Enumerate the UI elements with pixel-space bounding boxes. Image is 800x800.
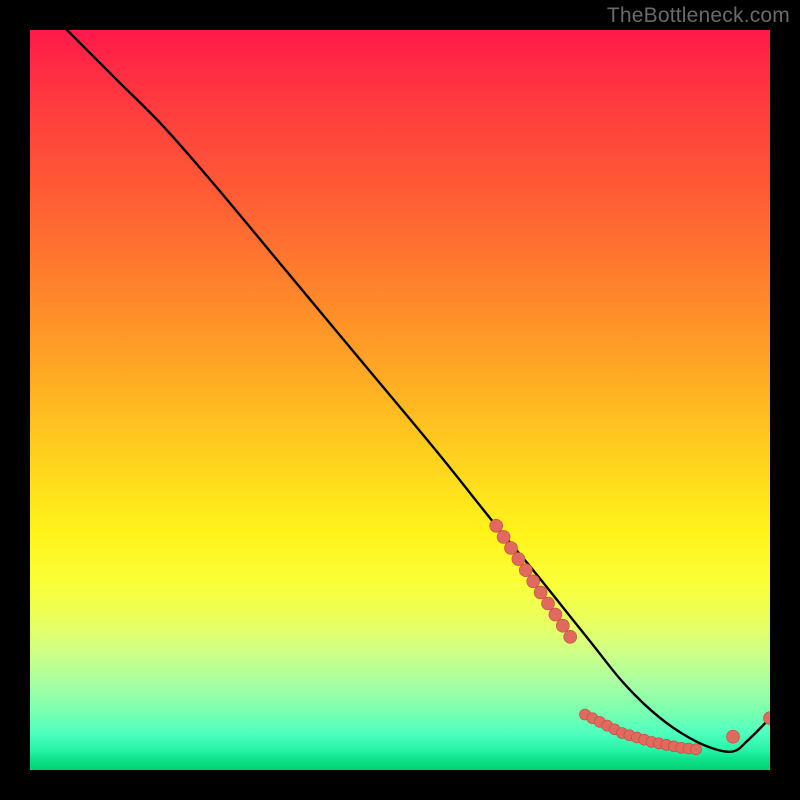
data-marker [519, 564, 532, 577]
data-marker [564, 630, 577, 643]
data-marker [556, 619, 569, 632]
data-marker [512, 553, 525, 566]
chart-frame: TheBottleneck.com [0, 0, 800, 800]
data-marker [497, 530, 510, 543]
chart-svg [30, 30, 770, 770]
data-marker [691, 744, 702, 755]
data-marker [549, 608, 562, 621]
data-marker [727, 730, 740, 743]
watermark-text: TheBottleneck.com [607, 4, 790, 28]
data-marker [490, 519, 503, 532]
data-marker [527, 575, 540, 588]
data-marker [534, 586, 547, 599]
data-marker [505, 542, 518, 555]
plot-area [30, 30, 770, 770]
bottleneck-curve-path [67, 30, 770, 752]
data-marker [542, 597, 555, 610]
marker-group [490, 519, 770, 754]
